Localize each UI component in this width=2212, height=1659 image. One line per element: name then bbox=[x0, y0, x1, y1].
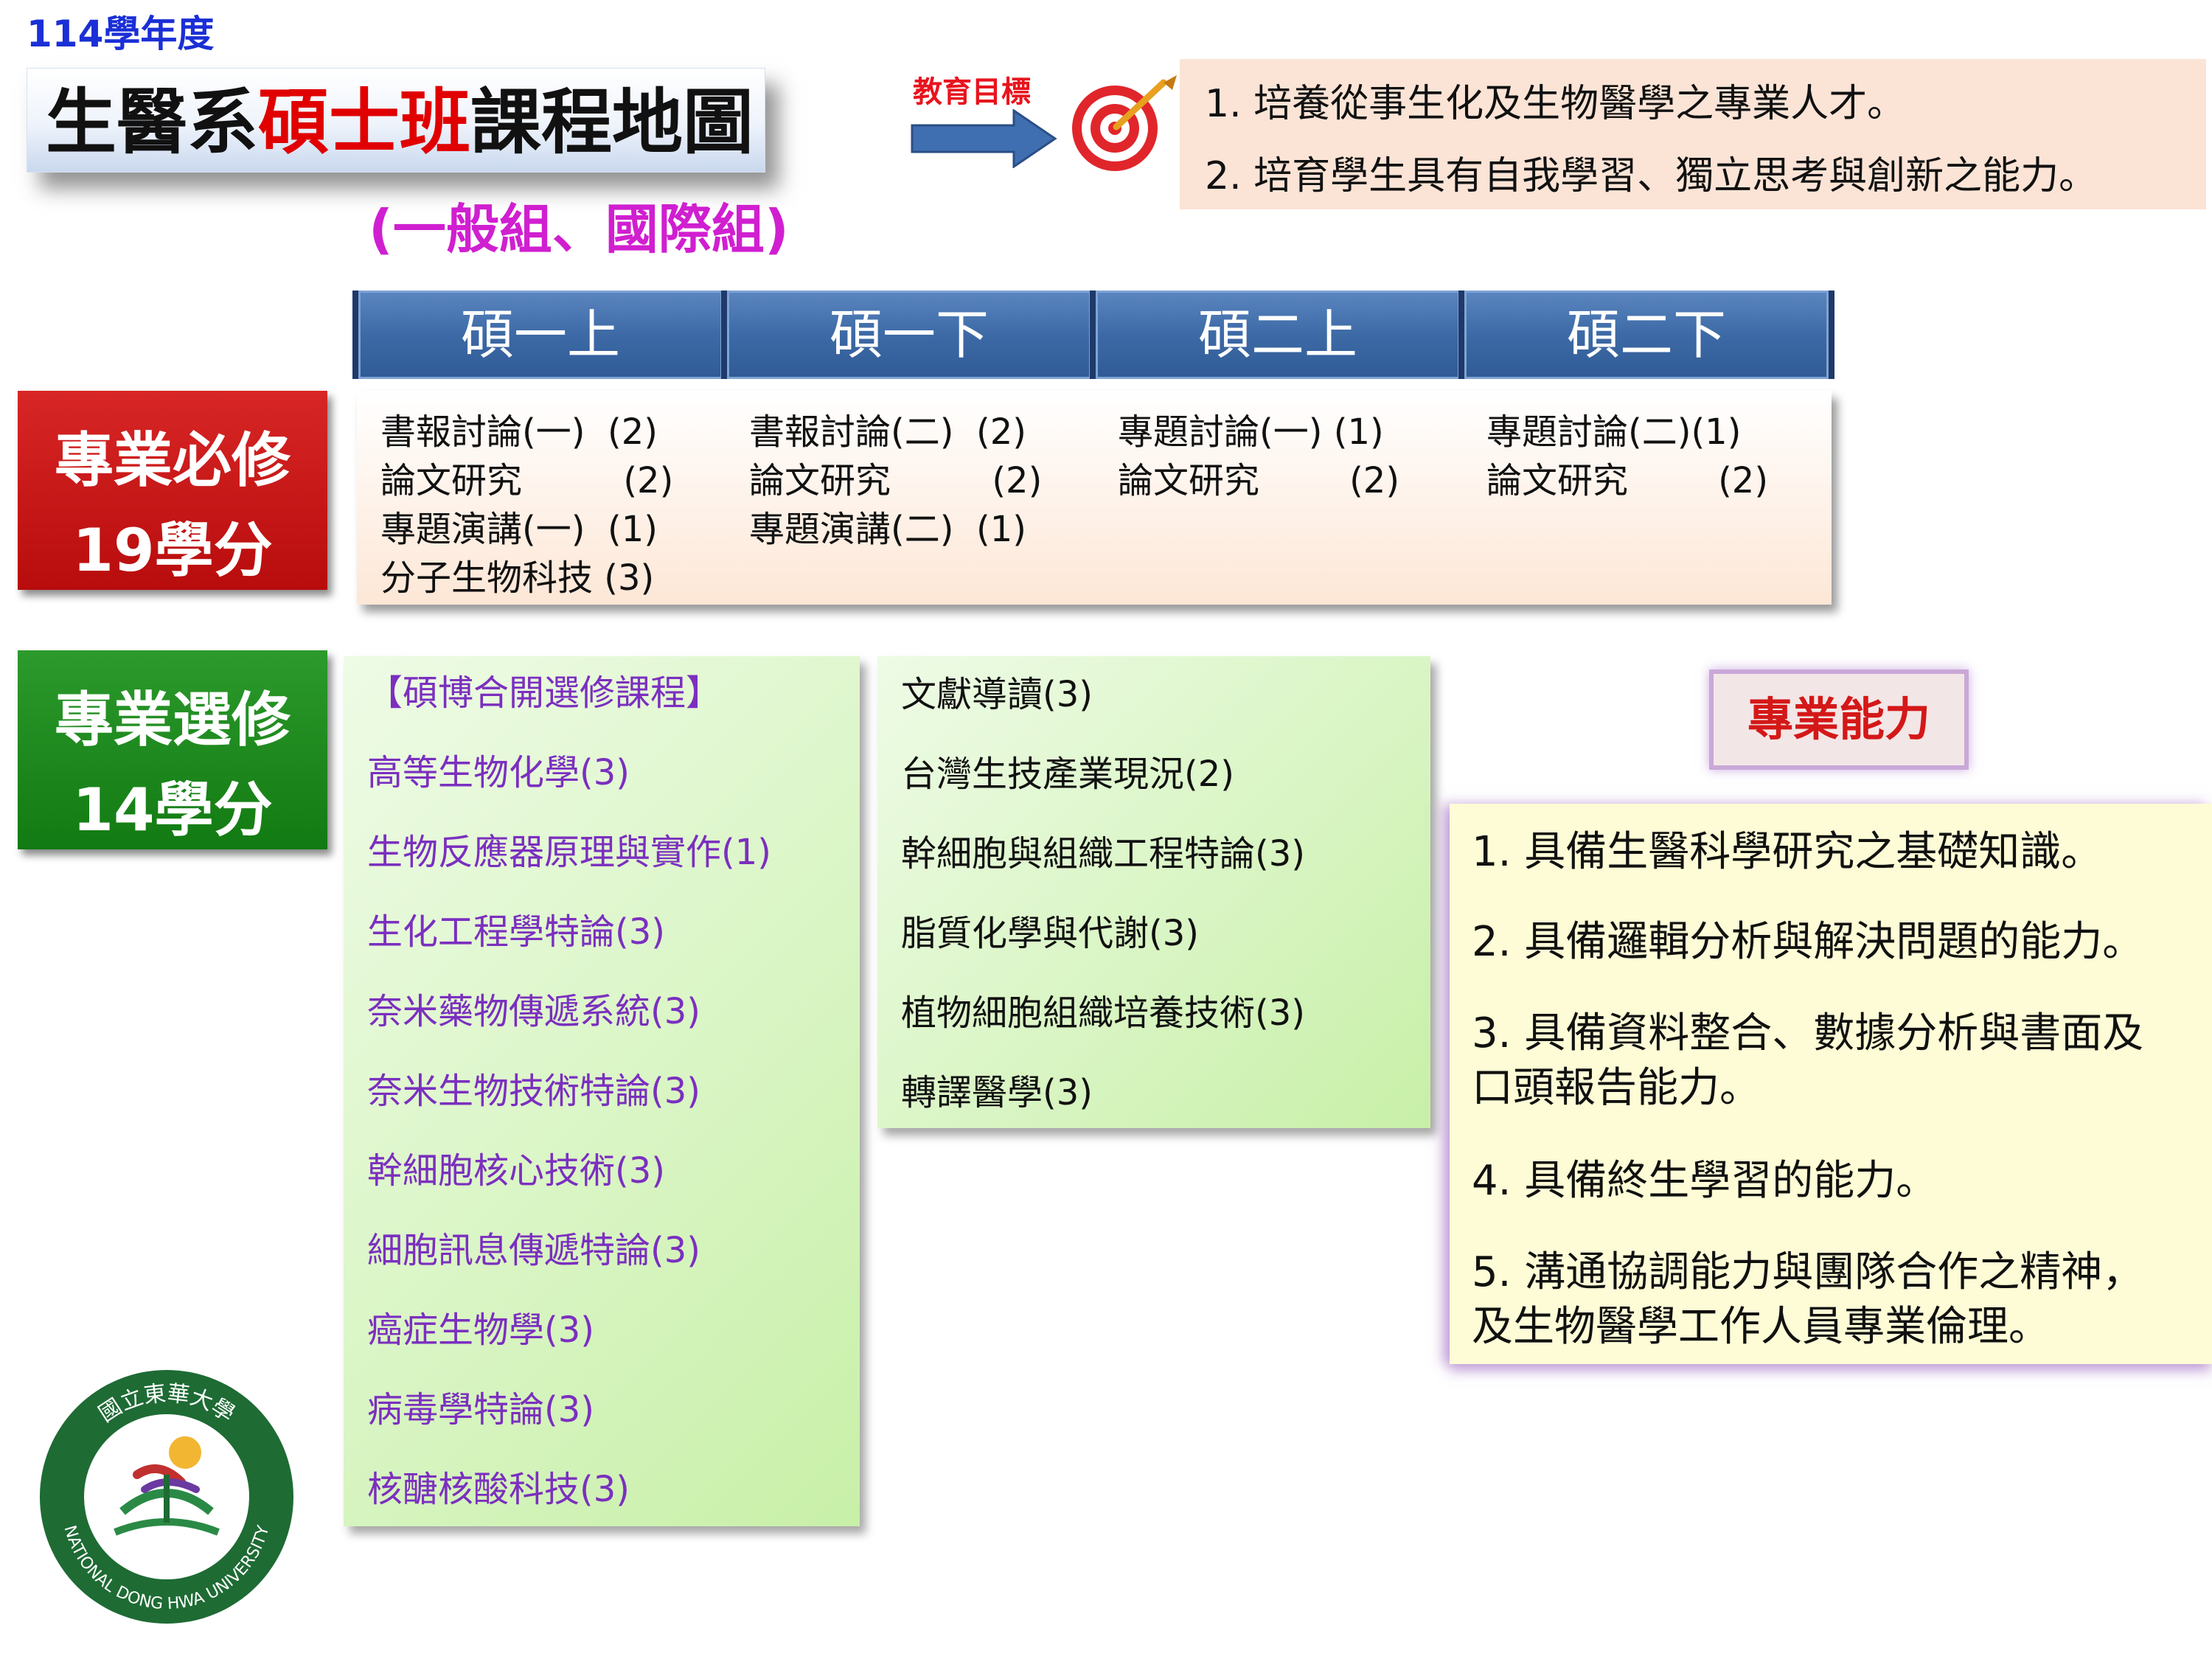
list-item: 植物細胞組織培養技術(3) bbox=[901, 992, 1305, 1034]
ability-item: 及生物醫學工作人員專業倫理。 bbox=[1472, 1303, 2050, 1351]
arrow-right-icon bbox=[911, 109, 1057, 168]
list-item: 癌症生物學(3) bbox=[367, 1310, 594, 1351]
course-item: 論文研究 (2) bbox=[380, 460, 674, 501]
ability-item: 4. 具備終生學習的能力。 bbox=[1472, 1157, 1938, 1205]
list-item: 生化工程學特論(3) bbox=[367, 911, 665, 953]
page-subtitle: (一般組、國際組) bbox=[369, 198, 789, 260]
course-item: 書報討論(一) (2) bbox=[380, 411, 658, 453]
year-label: 114學年度 bbox=[27, 13, 215, 55]
list-item: 高等生物化學(3) bbox=[367, 752, 630, 793]
required-label: 專業必修 19學分 bbox=[18, 391, 327, 590]
ability-item: 3. 具備資料整合、數據分析與書面及 bbox=[1472, 1009, 2144, 1057]
title-prefix: 生醫系 bbox=[46, 81, 258, 164]
semester-header-4: 碩二下 bbox=[1458, 291, 1834, 379]
ability-box: 1. 具備生醫科學研究之基礎知識。 2. 具備邏輯分析與解決問題的能力。 3. … bbox=[1450, 804, 2212, 1364]
title-highlight: 碩士班 bbox=[258, 81, 470, 164]
list-item: 幹細胞核心技術(3) bbox=[367, 1150, 665, 1192]
goals-box: 1. 培養從事生化及生物醫學之專業人才。 2. 培育學生具有自我學習、獨立思考與… bbox=[1180, 59, 2206, 209]
list-item: 細胞訊息傳遞特論(3) bbox=[367, 1230, 700, 1271]
list-item: 病毒學特論(3) bbox=[367, 1389, 594, 1430]
list-item: 【碩博合開選修課程】 bbox=[367, 672, 722, 714]
course-item: 論文研究 (2) bbox=[1118, 460, 1400, 501]
required-column-3: 專題討論(一) (1) 論文研究 (2) bbox=[1094, 391, 1463, 605]
elective-list-master: 文獻導讀(3) 台灣生技產業現況(2) 幹細胞與組織工程特論(3) 脂質化學與代… bbox=[877, 656, 1430, 1128]
list-item: 幹細胞與組織工程特論(3) bbox=[901, 833, 1305, 874]
course-item: 專題討論(二)(1) bbox=[1486, 411, 1742, 453]
ability-item: 1. 具備生醫科學研究之基礎知識。 bbox=[1472, 828, 2103, 876]
required-column-4: 專題討論(二)(1) 論文研究 (2) bbox=[1463, 391, 1832, 605]
course-item: 論文研究 (2) bbox=[1486, 460, 1769, 501]
list-item: 轉譯醫學(3) bbox=[901, 1072, 1093, 1113]
list-item: 文獻導讀(3) bbox=[901, 674, 1093, 715]
goal-label: 教育目標 bbox=[913, 75, 1031, 109]
list-item: 生物反應器原理與實作(1) bbox=[367, 832, 771, 873]
goal-item: 2. 培育學生具有自我學習、獨立思考與創新之能力。 bbox=[1205, 154, 2098, 198]
elective-label-title: 專業選修 bbox=[55, 686, 291, 754]
course-item: 專題演講(二) (1) bbox=[749, 509, 1026, 550]
course-item: 書報討論(二) (2) bbox=[749, 411, 1026, 453]
required-label-credits: 19學分 bbox=[72, 516, 273, 585]
ability-item: 5. 溝通協調能力與團隊合作之精神， bbox=[1472, 1248, 2144, 1296]
list-item: 脂質化學與代謝(3) bbox=[901, 913, 1199, 954]
ability-item: 2. 具備邏輯分析與解決問題的能力。 bbox=[1472, 918, 2144, 966]
list-item: 核醣核酸科技(3) bbox=[367, 1469, 630, 1510]
required-course-table: 書報討論(一) (2) 論文研究 (2) 專題演講(一) (1) 分子生物科技 … bbox=[357, 391, 1832, 605]
required-column-2: 書報討論(二) (2) 論文研究 (2) 專題演講(二) (1) bbox=[726, 391, 1094, 605]
course-item: 專題演講(一) (1) bbox=[380, 509, 658, 550]
course-item: 分子生物科技 (3) bbox=[380, 557, 655, 599]
university-logo: 國立東華大學 NATIONAL DONG HWA UNIVERSITY bbox=[40, 1370, 293, 1624]
goal-item: 1. 培養從事生化及生物醫學之專業人才。 bbox=[1205, 82, 1906, 126]
required-label-title: 專業必修 bbox=[55, 426, 291, 495]
title-suffix: 課程地圖 bbox=[470, 81, 754, 164]
ability-label: 專業能力 bbox=[1709, 669, 1969, 770]
target-icon bbox=[1072, 75, 1177, 171]
elective-label: 專業選修 14學分 bbox=[18, 650, 327, 849]
elective-list-joint: 【碩博合開選修課程】 高等生物化學(3) 生物反應器原理與實作(1) 生化工程學… bbox=[344, 656, 860, 1526]
list-item: 奈米藥物傳遞系統(3) bbox=[367, 991, 700, 1032]
list-item: 台灣生技產業現況(2) bbox=[901, 754, 1234, 795]
semester-header-2: 碩一下 bbox=[721, 291, 1097, 379]
required-column-1: 書報討論(一) (2) 論文研究 (2) 專題演講(一) (1) 分子生物科技 … bbox=[357, 391, 726, 605]
ability-item: 口頭報告能力。 bbox=[1472, 1064, 1761, 1112]
semester-header-1: 碩一上 bbox=[352, 291, 728, 379]
course-item: 專題討論(一) (1) bbox=[1118, 411, 1384, 453]
course-item: 論文研究 (2) bbox=[749, 460, 1043, 501]
semester-header-3: 碩二上 bbox=[1090, 291, 1466, 379]
elective-label-credits: 14學分 bbox=[72, 776, 273, 844]
page-title: 生醫系碩士班課程地圖 bbox=[46, 78, 754, 167]
list-item: 奈米生物技術特論(3) bbox=[367, 1071, 700, 1112]
